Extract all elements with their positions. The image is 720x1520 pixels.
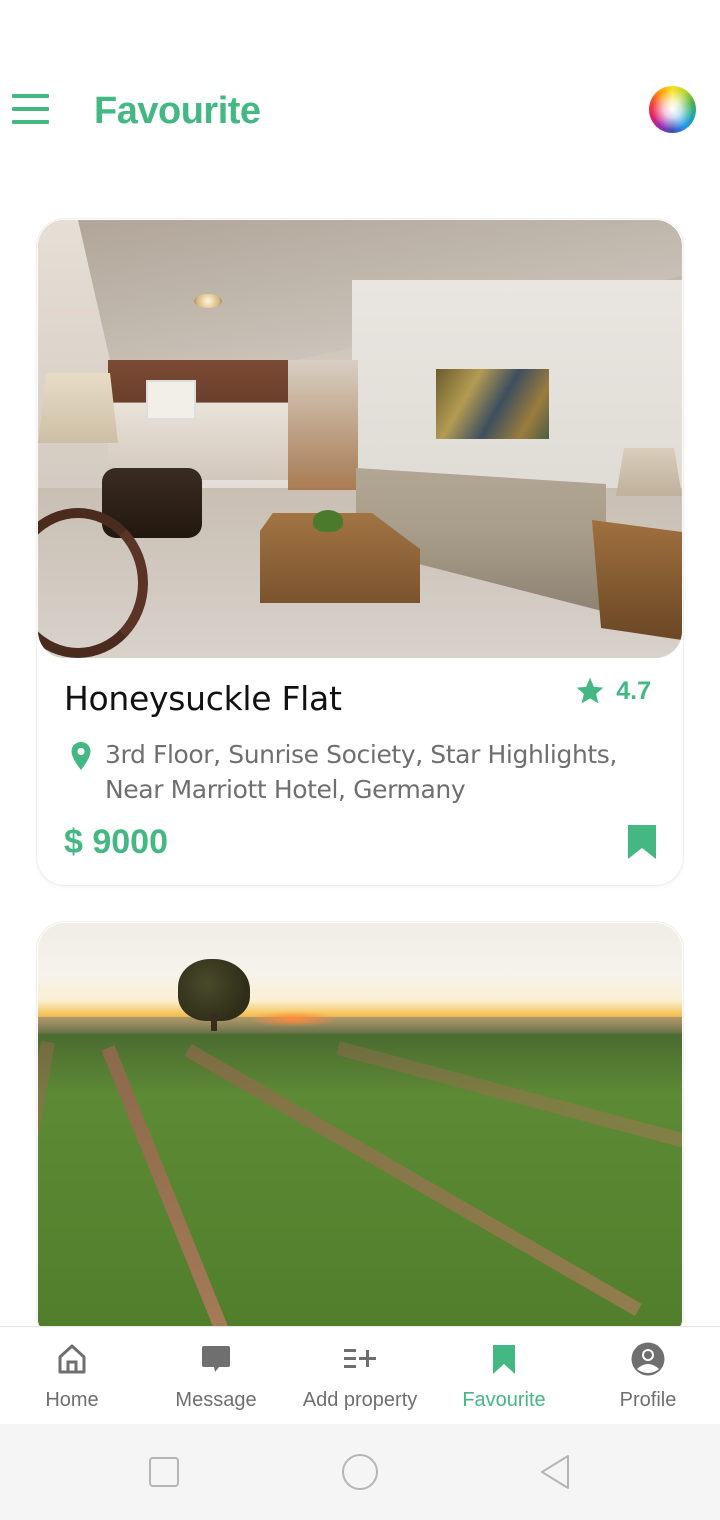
recent-apps-icon[interactable] [144,1452,184,1492]
color-wheel-icon[interactable] [649,86,696,133]
nav-label-profile: Profile [619,1389,677,1411]
bookmark-icon[interactable] [626,823,658,861]
nav-item-favourite[interactable]: Favourite [432,1327,576,1424]
star-icon [576,677,604,704]
home-icon [58,1344,86,1374]
nav-item-profile[interactable]: Profile [576,1327,720,1424]
property-image-living-room [38,220,682,658]
profile-icon [631,1342,665,1376]
property-price: $ 9000 [64,823,168,861]
nav-label-home: Home [45,1389,99,1411]
page-title: Favourite [94,90,261,132]
hamburger-menu-icon[interactable] [12,94,50,124]
nav-item-message[interactable]: Message [144,1327,288,1424]
property-card-body: Honeysuckle Flat 4.7 3rd Floor, Sunrise … [37,659,683,885]
property-card[interactable] [37,922,683,1342]
nav-label-favourite: Favourite [462,1389,546,1411]
property-address: 3rd Floor, Sunrise Society, Star Highlig… [105,740,617,804]
property-rating: 4.7 [574,675,651,707]
back-triangle-icon[interactable] [536,1452,576,1492]
add-list-icon [344,1349,376,1368]
nav-item-home[interactable]: Home [0,1327,144,1424]
nav-item-add-property[interactable]: Add property [288,1327,432,1424]
app-bar: Favourite [0,80,720,144]
property-image-farmland [38,923,682,1342]
property-card[interactable]: Honeysuckle Flat 4.7 3rd Floor, Sunrise … [37,219,683,885]
system-navigation-bar [0,1424,720,1520]
bookmark-icon [493,1345,515,1374]
message-icon [202,1346,230,1372]
nav-label-add-property: Add property [302,1389,418,1411]
home-circle-icon[interactable] [340,1452,380,1492]
bottom-navigation: Home Message Add property Favourite Prof… [0,1326,720,1424]
property-name: Honeysuckle Flat [64,679,342,718]
rating-value: 4.7 [616,676,651,705]
nav-label-message: Message [175,1389,257,1411]
location-pin-icon [71,742,91,770]
